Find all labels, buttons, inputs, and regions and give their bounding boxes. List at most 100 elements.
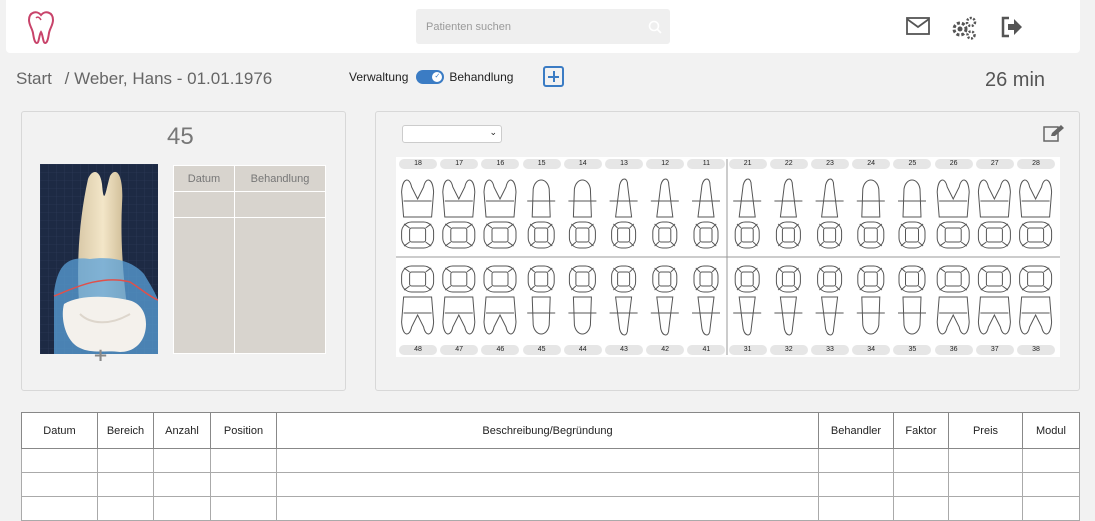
tooth-42[interactable] — [650, 265, 679, 336]
tooth-label-33[interactable]: 33 — [811, 345, 849, 355]
tooth-label-28[interactable]: 28 — [1017, 159, 1055, 169]
tooth-14[interactable] — [568, 179, 597, 249]
tooth-label-18[interactable]: 18 — [399, 159, 437, 169]
tooth-36[interactable] — [936, 265, 970, 335]
tooth-17[interactable] — [442, 179, 476, 249]
column-datum[interactable]: Datum — [21, 412, 98, 449]
tooth-label-15[interactable]: 15 — [522, 159, 561, 169]
tooth-43[interactable] — [609, 265, 638, 336]
tooth-33[interactable] — [815, 265, 844, 336]
tooth-label-14[interactable]: 14 — [563, 159, 602, 169]
table-header-row: Datum Bereich Anzahl Position Beschreibu… — [21, 412, 1080, 449]
mode-switch: Verwaltung ✓ Behandlung — [349, 70, 513, 84]
tooth-label-16[interactable]: 16 — [481, 159, 520, 169]
tooth-label-27[interactable]: 27 — [975, 159, 1014, 169]
tooth-label-23[interactable]: 23 — [811, 159, 849, 169]
column-modul[interactable]: Modul — [1022, 412, 1080, 449]
column-anzahl[interactable]: Anzahl — [153, 412, 211, 449]
tooth-logo-icon[interactable] — [27, 10, 55, 48]
breadcrumb: Start / Weber, Hans - 01.01.1976 — [16, 69, 280, 89]
search-icon[interactable] — [648, 19, 662, 38]
tooth-label-48[interactable]: 48 — [399, 345, 437, 355]
table-row[interactable] — [173, 217, 326, 354]
tooth-detail-panel: 45 + Datum Behandlung — [21, 111, 346, 391]
tooth-label-35[interactable]: 35 — [893, 345, 932, 355]
view-select[interactable]: ⌄ — [402, 125, 502, 143]
tooth-47[interactable] — [442, 265, 476, 335]
tooth-label-45[interactable]: 45 — [522, 345, 561, 355]
column-behandler[interactable]: Behandler — [818, 412, 894, 449]
tooth-16[interactable] — [483, 179, 517, 249]
table-row[interactable] — [21, 496, 1080, 521]
tooth-23[interactable] — [815, 178, 844, 249]
column-preis[interactable]: Preis — [948, 412, 1023, 449]
tooth-label-47[interactable]: 47 — [440, 345, 479, 355]
tooth-24[interactable] — [856, 179, 885, 249]
tooth-26[interactable] — [936, 179, 970, 249]
table-row[interactable] — [21, 472, 1080, 497]
tooth-label-32[interactable]: 32 — [769, 345, 808, 355]
column-bereich[interactable]: Bereich — [97, 412, 154, 449]
mail-icon[interactable] — [906, 16, 930, 40]
mode-label-right[interactable]: Behandlung — [449, 70, 513, 84]
tooth-46[interactable] — [483, 265, 517, 335]
tooth-15[interactable] — [527, 179, 556, 249]
tooth-35[interactable] — [898, 265, 926, 335]
column-position[interactable]: Position — [210, 412, 277, 449]
tooth-label-11[interactable]: 11 — [687, 159, 726, 169]
tooth-27[interactable] — [977, 179, 1011, 249]
tooth-38[interactable] — [1019, 265, 1053, 335]
tooth-11[interactable] — [692, 178, 720, 249]
column-beschreibung[interactable]: Beschreibung/Begründung — [276, 412, 819, 449]
tooth-label-38[interactable]: 38 — [1017, 345, 1055, 355]
tooth-label-44[interactable]: 44 — [563, 345, 602, 355]
table-row[interactable] — [173, 191, 326, 218]
tooth-label-17[interactable]: 17 — [440, 159, 479, 169]
mode-label-left[interactable]: Verwaltung — [349, 70, 408, 84]
tooth-label-46[interactable]: 46 — [481, 345, 520, 355]
tooth-28[interactable] — [1019, 179, 1053, 249]
tooth-label-43[interactable]: 43 — [605, 345, 643, 355]
patient-search[interactable] — [416, 9, 670, 44]
tooth-48[interactable] — [401, 265, 435, 335]
tooth-18[interactable] — [401, 179, 435, 249]
tooth-label-31[interactable]: 31 — [728, 345, 767, 355]
column-behandlung[interactable]: Behandlung — [234, 165, 326, 192]
add-entry-button[interactable] — [543, 66, 564, 87]
mode-toggle[interactable]: ✓ — [416, 70, 445, 84]
tooth-label-37[interactable]: 37 — [975, 345, 1014, 355]
table-row[interactable] — [21, 448, 1080, 473]
dental-chart[interactable]: 18 17 16 15 14 13 12 11 21 22 23 24 25 26 27 28 48 47 46 45… — [396, 157, 1060, 357]
tooth-label-21[interactable]: 21 — [728, 159, 767, 169]
tooth-label-36[interactable]: 36 — [934, 345, 973, 355]
search-input[interactable] — [416, 9, 636, 44]
tooth-label-22[interactable]: 22 — [769, 159, 808, 169]
column-datum[interactable]: Datum — [173, 165, 235, 192]
tooth-37[interactable] — [977, 265, 1011, 335]
tooth-label-13[interactable]: 13 — [605, 159, 643, 169]
tooth-13[interactable] — [609, 178, 638, 249]
tooth-25[interactable] — [898, 179, 926, 249]
tooth-34[interactable] — [856, 265, 885, 335]
settings-gears-icon[interactable] — [950, 15, 978, 45]
tooth-45[interactable] — [527, 265, 556, 335]
column-faktor[interactable]: Faktor — [893, 412, 949, 449]
logout-icon[interactable] — [1000, 16, 1024, 42]
tooth-label-24[interactable]: 24 — [852, 159, 891, 169]
breadcrumb-start[interactable]: Start — [16, 69, 52, 88]
tooth-label-12[interactable]: 12 — [646, 159, 685, 169]
tooth-label-26[interactable]: 26 — [934, 159, 973, 169]
edit-icon[interactable] — [1043, 124, 1065, 146]
add-tooth-icon[interactable]: + — [93, 345, 108, 366]
tooth-label-25[interactable]: 25 — [893, 159, 932, 169]
tooth-21[interactable] — [733, 178, 762, 249]
tooth-32[interactable] — [774, 265, 803, 336]
tooth-12[interactable] — [650, 178, 679, 249]
tooth-41[interactable] — [692, 265, 720, 336]
tooth-label-34[interactable]: 34 — [852, 345, 891, 355]
tooth-22[interactable] — [774, 178, 803, 249]
tooth-44[interactable] — [568, 265, 597, 335]
tooth-label-42[interactable]: 42 — [646, 345, 685, 355]
tooth-label-41[interactable]: 41 — [687, 345, 726, 355]
tooth-31[interactable] — [733, 265, 762, 336]
